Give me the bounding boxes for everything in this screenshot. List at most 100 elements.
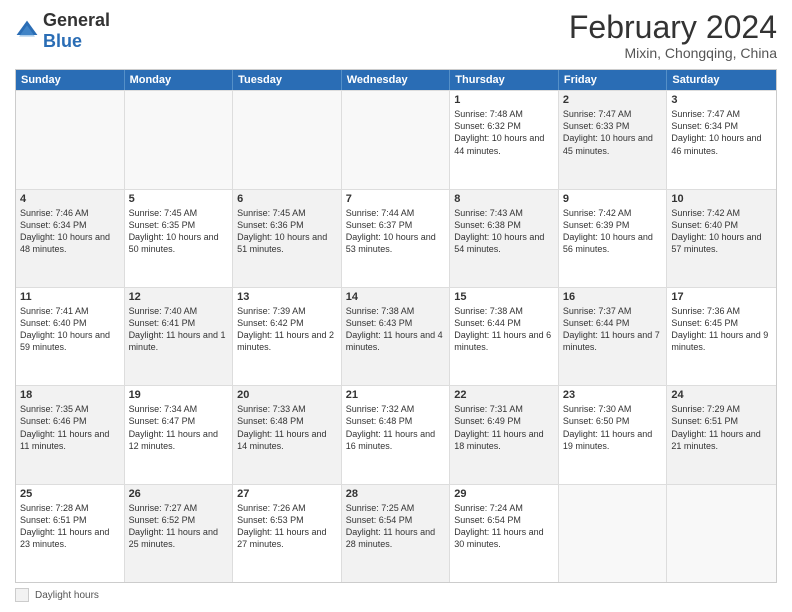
calendar-cell: 3 Sunrise: 7:47 AM Sunset: 6:34 PM Daylig… <box>667 91 776 188</box>
day-number: 15 <box>454 291 554 303</box>
calendar-cell: 28 Sunrise: 7:25 AM Sunset: 6:54 PM Dayli… <box>342 485 451 582</box>
calendar-cell: 13Sunrise: 7:39 AM Sunset: 6:42 PM Dayli… <box>233 288 342 385</box>
calendar-cell: 21Sunrise: 7:32 AM Sunset: 6:48 PM Dayli… <box>342 386 451 483</box>
day-number: 24 <box>671 389 772 401</box>
day-number: 20 <box>237 389 337 401</box>
calendar-cell: 7 Sunrise: 7:44 AM Sunset: 6:37 PM Daylig… <box>342 190 451 287</box>
cell-info: Sunrise: 7:45 AM Sunset: 6:35 PM Dayligh… <box>129 207 229 256</box>
cell-info: Sunrise: 7:46 AM Sunset: 6:34 PM Dayligh… <box>20 207 120 256</box>
day-number: 8 <box>454 193 554 205</box>
calendar-cell: 26Sunrise: 7:27 AM Sunset: 6:52 PM Dayli… <box>125 485 234 582</box>
calendar-cell: 12 Sunrise: 7:40 AM Sunset: 6:41 PM Dayli… <box>125 288 234 385</box>
day-number: 12 <box>129 291 229 303</box>
day-number: 5 <box>129 193 229 205</box>
day-number: 1 <box>454 94 554 106</box>
calendar-cell: 2 Sunrise: 7:47 AM Sunset: 6:33 PM Daylig… <box>559 91 668 188</box>
day-number: 7 <box>346 193 446 205</box>
legend-box <box>15 588 29 602</box>
calendar: SundayMondayTuesdayWednesdayThursdayFrid… <box>15 69 777 583</box>
cell-info: Sunrise: 7:44 AM Sunset: 6:37 PM Dayligh… <box>346 207 446 256</box>
cell-info: Sunrise: 7:43 AM Sunset: 6:38 PM Dayligh… <box>454 207 554 256</box>
calendar-cell: 6 Sunrise: 7:45 AM Sunset: 6:36 PM Daylig… <box>233 190 342 287</box>
cell-info: Sunrise: 7:40 AM Sunset: 6:41 PM Dayligh… <box>129 305 229 354</box>
day-header-sunday: Sunday <box>16 70 125 90</box>
logo: General Blue <box>15 10 110 52</box>
day-number: 14 <box>346 291 446 303</box>
day-number: 3 <box>671 94 772 106</box>
calendar-cell: 4 Sunrise: 7:46 AM Sunset: 6:34 PM Daylig… <box>16 190 125 287</box>
day-header-friday: Friday <box>559 70 668 90</box>
day-number: 22 <box>454 389 554 401</box>
cell-info: Sunrise: 7:45 AM Sunset: 6:36 PM Dayligh… <box>237 207 337 256</box>
calendar-cell: 10 Sunrise: 7:42 AM Sunset: 6:40 PM Dayli… <box>667 190 776 287</box>
calendar-cell: 29Sunrise: 7:24 AM Sunset: 6:54 PM Dayli… <box>450 485 559 582</box>
calendar-cell: 24 Sunrise: 7:29 AM Sunset: 6:51 PM Dayli… <box>667 386 776 483</box>
day-number: 17 <box>671 291 772 303</box>
day-number: 25 <box>20 488 120 500</box>
calendar-cell: 20Sunrise: 7:33 AM Sunset: 6:48 PM Dayli… <box>233 386 342 483</box>
logo-general: General <box>43 10 110 30</box>
calendar-cell: 15 Sunrise: 7:38 AM Sunset: 6:44 PM Dayli… <box>450 288 559 385</box>
calendar-cell <box>559 485 668 582</box>
title-section: February 2024 Mixin, Chongqing, China <box>569 10 777 61</box>
cell-info: Sunrise: 7:47 AM Sunset: 6:33 PM Dayligh… <box>563 108 663 157</box>
legend: Daylight hours <box>15 588 777 602</box>
cell-info: Sunrise: 7:35 AM Sunset: 6:46 PM Dayligh… <box>20 403 120 452</box>
day-number: 28 <box>346 488 446 500</box>
cell-info: Sunrise: 7:42 AM Sunset: 6:40 PM Dayligh… <box>671 207 772 256</box>
calendar-row-1: 1 Sunrise: 7:48 AM Sunset: 6:32 PM Daylig… <box>16 90 776 188</box>
cell-info: Sunrise: 7:36 AM Sunset: 6:45 PM Dayligh… <box>671 305 772 354</box>
day-number: 6 <box>237 193 337 205</box>
calendar-cell: 18 Sunrise: 7:35 AM Sunset: 6:46 PM Dayli… <box>16 386 125 483</box>
page: General Blue February 2024 Mixin, Chongq… <box>0 0 792 612</box>
day-number: 10 <box>671 193 772 205</box>
cell-info: Sunrise: 7:39 AM Sunset: 6:42 PM Dayligh… <box>237 305 337 354</box>
calendar-cell <box>342 91 451 188</box>
cell-info: Sunrise: 7:25 AM Sunset: 6:54 PM Dayligh… <box>346 502 446 551</box>
day-number: 27 <box>237 488 337 500</box>
cell-info: Sunrise: 7:28 AM Sunset: 6:51 PM Dayligh… <box>20 502 120 551</box>
cell-info: Sunrise: 7:26 AM Sunset: 6:53 PM Dayligh… <box>237 502 337 551</box>
calendar-cell: 1 Sunrise: 7:48 AM Sunset: 6:32 PM Daylig… <box>450 91 559 188</box>
month-title: February 2024 <box>569 10 777 45</box>
logo-text: General Blue <box>43 10 110 52</box>
cell-info: Sunrise: 7:38 AM Sunset: 6:43 PM Dayligh… <box>346 305 446 354</box>
calendar-row-5: 25 Sunrise: 7:28 AM Sunset: 6:51 PM Dayli… <box>16 484 776 582</box>
day-number: 19 <box>129 389 229 401</box>
day-number: 9 <box>563 193 663 205</box>
cell-info: Sunrise: 7:34 AM Sunset: 6:47 PM Dayligh… <box>129 403 229 452</box>
logo-blue: Blue <box>43 31 82 51</box>
header: General Blue February 2024 Mixin, Chongq… <box>15 10 777 61</box>
logo-icon <box>15 19 39 43</box>
calendar-cell: 8 Sunrise: 7:43 AM Sunset: 6:38 PM Daylig… <box>450 190 559 287</box>
cell-info: Sunrise: 7:37 AM Sunset: 6:44 PM Dayligh… <box>563 305 663 354</box>
day-number: 23 <box>563 389 663 401</box>
cell-info: Sunrise: 7:42 AM Sunset: 6:39 PM Dayligh… <box>563 207 663 256</box>
day-number: 2 <box>563 94 663 106</box>
location: Mixin, Chongqing, China <box>569 45 777 61</box>
day-header-thursday: Thursday <box>450 70 559 90</box>
cell-info: Sunrise: 7:29 AM Sunset: 6:51 PM Dayligh… <box>671 403 772 452</box>
day-number: 16 <box>563 291 663 303</box>
day-header-monday: Monday <box>125 70 234 90</box>
calendar-cell <box>233 91 342 188</box>
calendar-cell: 11 Sunrise: 7:41 AM Sunset: 6:40 PM Dayli… <box>16 288 125 385</box>
day-header-saturday: Saturday <box>667 70 776 90</box>
cell-info: Sunrise: 7:47 AM Sunset: 6:34 PM Dayligh… <box>671 108 772 157</box>
legend-label: Daylight hours <box>35 590 99 601</box>
calendar-body: 1 Sunrise: 7:48 AM Sunset: 6:32 PM Daylig… <box>16 90 776 582</box>
calendar-cell: 23Sunrise: 7:30 AM Sunset: 6:50 PM Dayli… <box>559 386 668 483</box>
cell-info: Sunrise: 7:41 AM Sunset: 6:40 PM Dayligh… <box>20 305 120 354</box>
cell-info: Sunrise: 7:38 AM Sunset: 6:44 PM Dayligh… <box>454 305 554 354</box>
day-number: 18 <box>20 389 120 401</box>
cell-info: Sunrise: 7:48 AM Sunset: 6:32 PM Dayligh… <box>454 108 554 157</box>
cell-info: Sunrise: 7:27 AM Sunset: 6:52 PM Dayligh… <box>129 502 229 551</box>
calendar-row-4: 18 Sunrise: 7:35 AM Sunset: 6:46 PM Dayli… <box>16 385 776 483</box>
calendar-header: SundayMondayTuesdayWednesdayThursdayFrid… <box>16 70 776 90</box>
day-number: 4 <box>20 193 120 205</box>
calendar-row-2: 4 Sunrise: 7:46 AM Sunset: 6:34 PM Daylig… <box>16 189 776 287</box>
calendar-row-3: 11 Sunrise: 7:41 AM Sunset: 6:40 PM Dayli… <box>16 287 776 385</box>
cell-info: Sunrise: 7:31 AM Sunset: 6:49 PM Dayligh… <box>454 403 554 452</box>
day-number: 11 <box>20 291 120 303</box>
calendar-cell: 22 Sunrise: 7:31 AM Sunset: 6:49 PM Dayli… <box>450 386 559 483</box>
